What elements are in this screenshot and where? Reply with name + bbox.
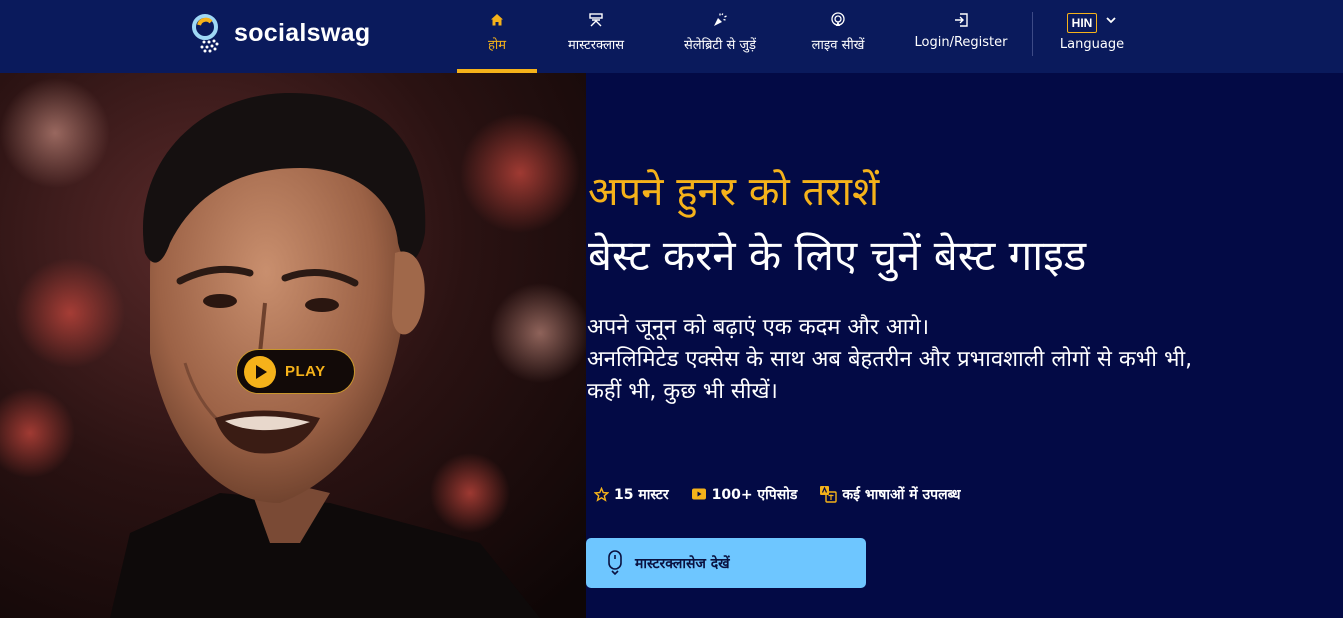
nav-login-register[interactable]: Login/Register — [906, 0, 1016, 73]
nav-divider — [1032, 12, 1033, 56]
stat-languages-label: कई भाषाओं में उपलब्ध — [842, 486, 961, 503]
stat-languages: कई भाषाओं में उपलब्ध — [819, 485, 961, 504]
play-icon — [244, 355, 276, 388]
nav-live[interactable]: लाइव सीखें — [800, 0, 876, 73]
nav-celebrity-label: सेलेब्रिटी से जुड़ें — [684, 38, 756, 53]
view-masterclasses-label: मास्टरक्लासेज देखें — [635, 555, 730, 572]
description-line: कहीं भी, कुछ भी सीखें। — [587, 379, 778, 404]
nav-home-label: होम — [487, 38, 507, 53]
language-label: Language — [1059, 37, 1125, 52]
chevron-down-icon — [1106, 17, 1116, 24]
nav-live-label: लाइव सीखें — [811, 38, 865, 53]
socialswag-logo[interactable]: socialswag — [190, 12, 370, 54]
nav-masterclass[interactable]: मास्टरक्लास — [553, 0, 639, 73]
socialswag-logo-icon — [192, 14, 219, 53]
celebrity-icon — [714, 13, 727, 26]
top-navigation-bar: socialswag होम मास्टरक्लास सेलेब्रिटी से… — [0, 0, 1343, 73]
stat-episodes-label: 100+ एपिसोड — [711, 486, 798, 503]
video-icon — [691, 488, 706, 500]
stat-masters: 15 मास्टर — [594, 485, 669, 504]
language-code: HIN — [1067, 13, 1097, 33]
login-icon — [955, 13, 968, 27]
brand-name: socialswag — [234, 18, 371, 47]
nav-celebrity[interactable]: सेलेब्रिटी से जुड़ें — [668, 0, 772, 73]
language-selector[interactable]: HIN Language — [1052, 0, 1132, 73]
view-masterclasses-button[interactable]: मास्टरक्लासेज देखें — [586, 538, 866, 588]
scroll-mouse-icon — [608, 550, 622, 576]
translate-icon — [820, 486, 838, 503]
hero-headline-secondary: बेस्ट करने के लिए चुनें बेस्ट गाइड — [588, 231, 1087, 280]
masterclass-icon — [589, 13, 603, 27]
description-line: अपने जूनून को बढ़ाएं एक कदम और आगे। — [587, 315, 930, 340]
nav-home[interactable]: होम — [457, 0, 537, 73]
nav-masterclass-label: मास्टरक्लास — [567, 38, 625, 53]
star-icon — [594, 486, 609, 502]
play-label: PLAY — [285, 363, 326, 380]
stat-episodes: 100+ एपिसोड — [691, 485, 798, 504]
hero-celebrity-image: PLAY — [0, 73, 586, 618]
description-line: अनलिमिटेड एक्सेस के साथ अब बेहतरीन और प्… — [587, 347, 1193, 372]
hero-headline-primary: अपने हुनर को तराशें — [588, 169, 880, 215]
home-icon — [491, 14, 503, 26]
hero-stats: 15 मास्टर 100+ एपिसोड कई भाषाओं में उपलब… — [594, 483, 983, 505]
play-button[interactable]: PLAY — [236, 349, 355, 394]
hero-description: अपने जूनून को बढ़ाएं एक कदम और आगे। अनलि… — [587, 312, 1327, 408]
live-icon — [831, 12, 845, 26]
nav-login-label: Login/Register — [914, 35, 1008, 50]
celebrity-portrait-illustration — [0, 73, 586, 618]
stat-masters-label: 15 मास्टर — [614, 486, 669, 503]
